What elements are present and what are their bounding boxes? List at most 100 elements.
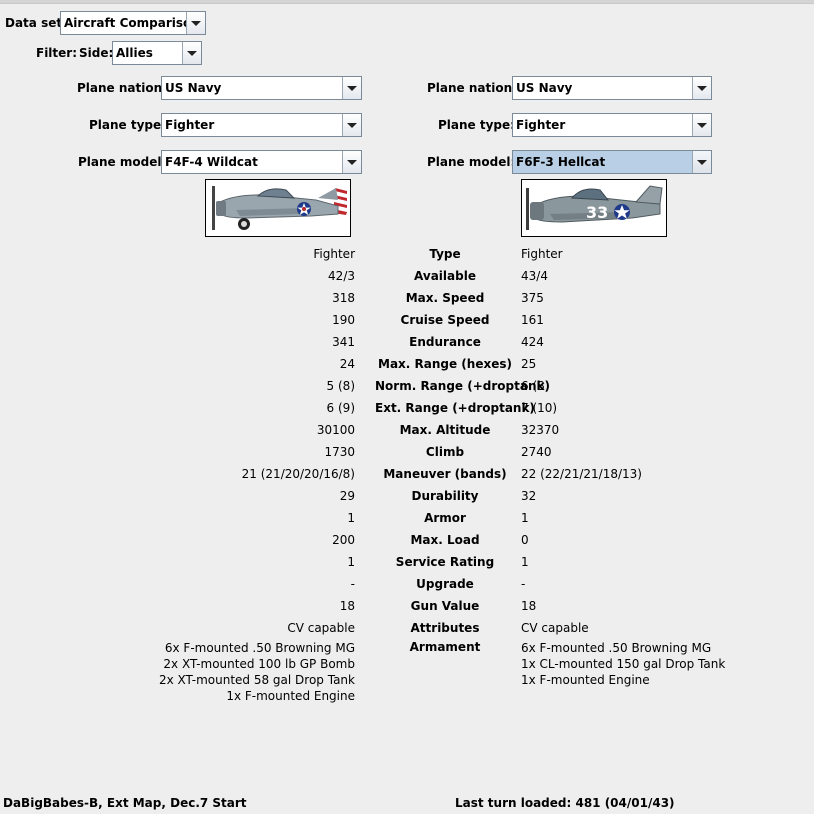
side-label: Side: bbox=[79, 46, 114, 60]
chevron-down-icon[interactable] bbox=[186, 12, 205, 34]
stat-label: Ext. Range (+droptank) bbox=[375, 401, 535, 415]
list-item: 1x F-mounted Engine bbox=[521, 673, 650, 687]
stat-row-max-load: 200 Max. Load 0 bbox=[0, 530, 814, 552]
dataset-value: Aircraft Comparison bbox=[64, 16, 200, 30]
chevron-down-icon[interactable] bbox=[342, 114, 361, 136]
stat-row-service-rating: 1 Service Rating 1 bbox=[0, 552, 814, 574]
right-stat-value: 1 bbox=[521, 555, 529, 569]
list-item: 2x XT-mounted 58 gal Drop Tank bbox=[158, 673, 355, 687]
left-model-value: F4F-4 Wildcat bbox=[165, 155, 258, 169]
stat-row-max-range: 24 Max. Range (hexes) 25 bbox=[0, 354, 814, 376]
left-stat-value: 18 bbox=[339, 599, 355, 613]
right-stat-value: 22 (22/21/21/18/13) bbox=[521, 467, 642, 481]
list-item: 6x F-mounted .50 Browning MG bbox=[164, 641, 355, 655]
side-value: Allies bbox=[116, 46, 153, 60]
chevron-down-icon[interactable] bbox=[342, 77, 361, 99]
stat-label: Armor bbox=[424, 511, 466, 525]
stats-table: Fighter Type Fighter 42/3 Available 43/4… bbox=[0, 244, 814, 710]
chevron-down-icon[interactable] bbox=[692, 151, 711, 173]
stat-label: Max. Load bbox=[410, 533, 480, 547]
list-item: 2x XT-mounted 100 lb GP Bomb bbox=[163, 657, 355, 671]
stat-row-upgrade: - Upgrade - bbox=[0, 574, 814, 596]
stat-row-cruise-speed: 190 Cruise Speed 161 bbox=[0, 310, 814, 332]
right-stat-value: 424 bbox=[521, 335, 544, 349]
stat-row-endurance: 341 Endurance 424 bbox=[0, 332, 814, 354]
chevron-down-icon[interactable] bbox=[182, 42, 201, 64]
left-stat-value: 1730 bbox=[324, 445, 355, 459]
stat-label: Maneuver (bands) bbox=[383, 467, 507, 481]
stat-label: Climb bbox=[425, 445, 465, 459]
stat-label: Norm. Range (+droptank) bbox=[375, 379, 550, 393]
stat-label: Durability bbox=[411, 489, 479, 503]
right-stat-value: 6 (8) bbox=[521, 379, 550, 393]
right-nation-value: US Navy bbox=[516, 81, 573, 95]
left-stat-value: 1 bbox=[347, 555, 355, 569]
left-model-dropdown[interactable]: F4F-4 Wildcat bbox=[161, 150, 362, 174]
right-model-dropdown[interactable]: F6F-3 Hellcat bbox=[512, 150, 712, 174]
stat-label: Max. Speed bbox=[405, 291, 485, 305]
scenario-status: DaBigBabes-B, Ext Map, Dec.7 Start bbox=[3, 796, 247, 810]
right-type-value: Fighter bbox=[516, 118, 566, 132]
stat-label: Attributes bbox=[410, 621, 480, 635]
filter-label: Filter: bbox=[36, 46, 78, 60]
left-stat-value: 42/3 bbox=[328, 269, 355, 283]
stat-label: Gun Value bbox=[410, 599, 480, 613]
left-stat-value: 6 (9) bbox=[326, 401, 355, 415]
stat-label: Endurance bbox=[409, 335, 481, 349]
left-type-dropdown[interactable]: Fighter bbox=[161, 113, 362, 137]
list-item: 1x F-mounted Engine bbox=[226, 689, 355, 703]
right-stat-value: - bbox=[521, 577, 526, 591]
left-type-value: Fighter bbox=[165, 118, 215, 132]
chevron-down-icon[interactable] bbox=[692, 77, 711, 99]
stat-row-attributes: CV capable Attributes CV capable bbox=[0, 618, 814, 640]
side-dropdown[interactable]: Allies bbox=[112, 41, 202, 65]
left-stat-value: 341 bbox=[332, 335, 355, 349]
stat-label: Armament bbox=[409, 640, 481, 654]
chevron-down-icon[interactable] bbox=[342, 151, 361, 173]
dataset-dropdown[interactable]: Aircraft Comparison bbox=[60, 11, 206, 35]
stat-row-max-altitude: 30100 Max. Altitude 32370 bbox=[0, 420, 814, 442]
dataset-label: Data set: bbox=[5, 16, 67, 30]
right-stat-value: 32 bbox=[521, 489, 537, 503]
stat-row-max-speed: 318 Max. Speed 375 bbox=[0, 288, 814, 310]
right-nation-dropdown[interactable]: US Navy bbox=[512, 76, 712, 100]
right-plane-image: 33 bbox=[521, 179, 667, 237]
left-nation-dropdown[interactable]: US Navy bbox=[161, 76, 362, 100]
left-model-label: Plane model: bbox=[78, 155, 167, 169]
stat-label: Upgrade bbox=[416, 577, 474, 591]
left-stat-value: 24 bbox=[339, 357, 355, 371]
left-stat-value: 29 bbox=[339, 489, 355, 503]
left-stat-value: 1 bbox=[347, 511, 355, 525]
stat-row-durability: 29 Durability 32 bbox=[0, 486, 814, 508]
stat-row-ext-range: 6 (9) Ext. Range (+droptank) 7 (10) bbox=[0, 398, 814, 420]
left-armament-list: 6x F-mounted .50 Browning MG 2x XT-mount… bbox=[159, 640, 355, 704]
left-plane-image bbox=[205, 179, 351, 237]
left-stat-value: 5 (8) bbox=[326, 379, 355, 393]
left-stat-value: - bbox=[350, 577, 355, 591]
chevron-down-icon[interactable] bbox=[692, 114, 711, 136]
stat-row-type: Fighter Type Fighter bbox=[0, 244, 814, 266]
stat-label: Type bbox=[429, 247, 461, 261]
stat-label: Max. Altitude bbox=[399, 423, 491, 437]
right-stat-value: 18 bbox=[521, 599, 537, 613]
right-stat-value: 0 bbox=[521, 533, 529, 547]
right-type-label: Plane type: bbox=[438, 118, 515, 132]
left-stat-value: 21 (21/20/20/16/8) bbox=[241, 467, 355, 481]
right-stat-value: 7 (10) bbox=[521, 401, 558, 415]
list-item: 6x F-mounted .50 Browning MG bbox=[521, 641, 712, 655]
right-stat-value: 1 bbox=[521, 511, 529, 525]
left-stat-value: CV capable bbox=[287, 621, 355, 635]
left-stat-value: 200 bbox=[332, 533, 355, 547]
left-stat-value: Fighter bbox=[313, 247, 355, 261]
right-armament-list: 6x F-mounted .50 Browning MG 1x CL-mount… bbox=[521, 640, 725, 688]
right-stat-value: 43/4 bbox=[521, 269, 548, 283]
list-item: 1x CL-mounted 150 gal Drop Tank bbox=[521, 657, 726, 671]
right-stat-value: 2740 bbox=[521, 445, 552, 459]
right-stat-value: 375 bbox=[521, 291, 544, 305]
right-type-dropdown[interactable]: Fighter bbox=[512, 113, 712, 137]
stat-label: Service Rating bbox=[395, 555, 495, 569]
stat-row-gun-value: 18 Gun Value 18 bbox=[0, 596, 814, 618]
left-stat-value: 30100 bbox=[316, 423, 355, 437]
stat-label: Cruise Speed bbox=[400, 313, 490, 327]
right-stat-value: 32370 bbox=[521, 423, 560, 437]
